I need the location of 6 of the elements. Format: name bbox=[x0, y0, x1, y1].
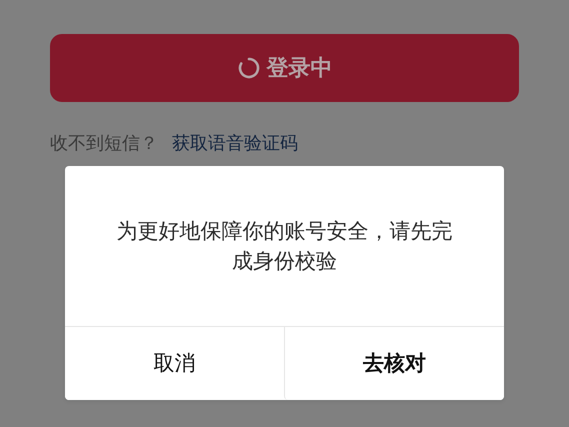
cancel-button[interactable]: 取消 bbox=[65, 327, 284, 400]
login-button[interactable]: 登录中 bbox=[50, 34, 519, 102]
confirm-button[interactable]: 去核对 bbox=[284, 327, 504, 400]
dialog-message: 为更好地保障你的账号安全，请先完成身份校验 bbox=[116, 218, 454, 275]
help-text: 收不到短信？ bbox=[50, 132, 158, 156]
voice-code-link[interactable]: 获取语音验证码 bbox=[172, 130, 298, 157]
